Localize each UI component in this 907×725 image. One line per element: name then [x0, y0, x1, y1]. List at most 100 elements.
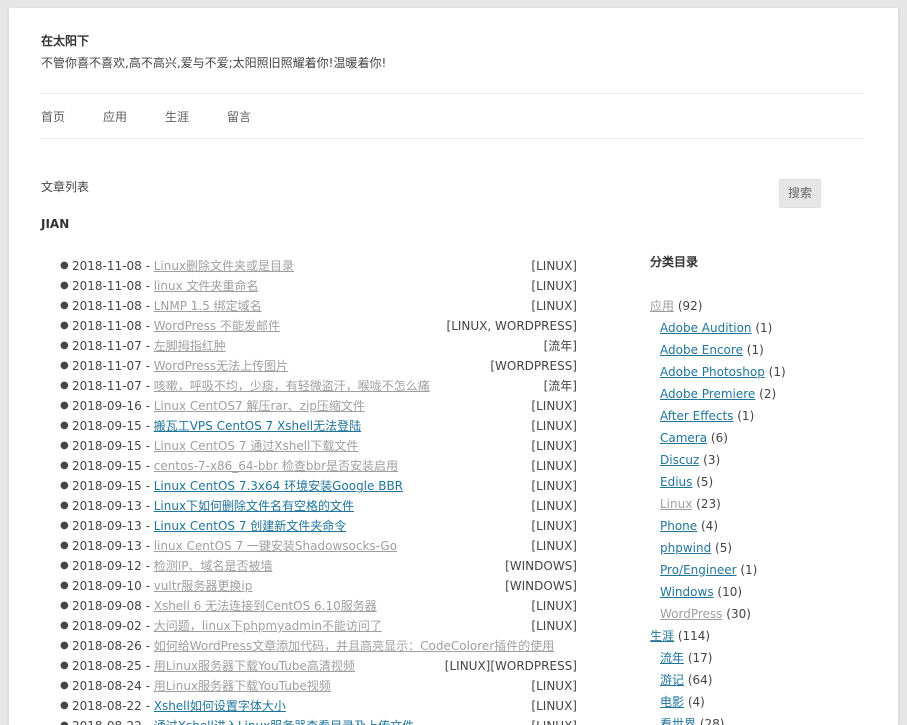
- category-link[interactable]: Adobe Audition: [660, 321, 752, 335]
- category-count: (1): [746, 343, 764, 357]
- post-title-link[interactable]: 大问题，linux下phpmyadmin不能访问了: [154, 619, 382, 633]
- post-title-link[interactable]: Xshell 6 无法连接到CentOS 6.10服务器: [154, 599, 377, 613]
- date-separator: -: [141, 439, 154, 453]
- post-category: [LINUX]: [531, 439, 577, 453]
- post-date: 2018-09-13: [72, 499, 142, 513]
- post-title-link[interactable]: linux 文件夹重命名: [154, 279, 259, 293]
- category-item: phpwind (5): [650, 537, 880, 559]
- post-date: 2018-09-15: [72, 419, 142, 433]
- date-separator: -: [141, 399, 154, 413]
- post-date: 2018-11-07: [72, 359, 142, 373]
- category-link[interactable]: Camera: [660, 431, 707, 445]
- post-list-item: ● 2018-11-08 - LNMP 1.5 绑定域名 [LINUX]: [60, 296, 577, 316]
- category-link[interactable]: Edius: [660, 475, 692, 489]
- post-title-link[interactable]: Linux CentOS 7 通过Xshell下载文件: [154, 439, 359, 453]
- post-title-link[interactable]: 用Linux服务器下载YouTube高清视频: [154, 659, 355, 673]
- category-link[interactable]: 应用: [650, 299, 674, 313]
- category-item: 看世界 (28): [650, 713, 880, 725]
- post-category: [LINUX]: [531, 599, 577, 613]
- post-list-item: ● 2018-09-15 - Linux CentOS 7 通过Xshell下载文…: [60, 436, 577, 456]
- category-link[interactable]: 游记: [660, 673, 684, 687]
- category-item: 应用 (92): [650, 295, 880, 317]
- category-link[interactable]: 生涯: [650, 629, 674, 643]
- post-category: [LINUX]: [531, 399, 577, 413]
- post-title-link[interactable]: Linux CentOS 7.3x64 环境安装Google BBR: [154, 479, 403, 493]
- date-separator: -: [141, 679, 154, 693]
- category-link[interactable]: Pro/Engineer: [660, 563, 737, 577]
- date-separator: -: [141, 299, 154, 313]
- post-list-item: ● 2018-09-10 - vultr服务器更换ip [WINDOWS]: [60, 576, 577, 596]
- post-list-item: ●2018-08-22 - 通过Xshell进入Linux服务器查看目录及上传文…: [60, 716, 577, 725]
- category-link[interactable]: After Effects: [660, 409, 733, 423]
- post-category: [LINUX]: [531, 419, 577, 433]
- post-category: [WINDOWS]: [505, 579, 577, 593]
- post-title-link[interactable]: 通过Xshell进入Linux服务器查看目录及上传文件: [154, 719, 414, 725]
- category-item: Adobe Photoshop (1): [650, 361, 880, 383]
- bullet-icon: ●: [60, 580, 69, 591]
- category-link[interactable]: Adobe Premiere: [660, 387, 755, 401]
- author-name: JIAN: [41, 217, 70, 231]
- nav-item-guestbook[interactable]: 留言: [227, 108, 251, 125]
- post-title-link[interactable]: Linux CentOS7 解压rar、zip压缩文件: [154, 399, 365, 413]
- post-list-item: ● 2018-08-25 - 用Linux服务器下载YouTube高清视频 [LIN…: [60, 656, 577, 676]
- date-separator: -: [141, 639, 154, 653]
- post-title-link[interactable]: linux CentOS 7 一键安装Shadowsocks-Go: [154, 539, 397, 553]
- post-list-item: ● 2018-09-16 - Linux CentOS7 解压rar、zip压缩文…: [60, 396, 577, 416]
- post-category: [LINUX]: [531, 279, 577, 293]
- site-title[interactable]: 在太阳下: [41, 32, 89, 49]
- nav-item-apps[interactable]: 应用: [103, 108, 127, 125]
- category-link[interactable]: 电影: [660, 695, 684, 709]
- post-title-link[interactable]: 如何给WordPress文章添加代码，并且高亮显示：CodeColorer插件的…: [154, 639, 555, 653]
- post-title-link[interactable]: WordPress无法上传图片: [154, 359, 288, 373]
- post-date: 2018-09-13: [72, 519, 142, 533]
- post-date: 2018-09-15: [72, 479, 142, 493]
- post-list-item: ● 2018-09-12 - 检测IP、域名是否被墙 [WINDOWS]: [60, 556, 577, 576]
- post-title-link[interactable]: WordPress 不能发邮件: [154, 319, 280, 333]
- search-button[interactable]: 搜索: [779, 179, 821, 208]
- category-link[interactable]: 看世界: [660, 717, 696, 725]
- post-title-link[interactable]: Linux下如何删除文件名有空格的文件: [154, 499, 354, 513]
- category-link[interactable]: Adobe Encore: [660, 343, 743, 357]
- post-title-link[interactable]: 咳嗽，呼吸不均，少痰，有轻微盗汗，喉咙不怎么痛: [154, 379, 430, 393]
- post-title-link[interactable]: LNMP 1.5 绑定域名: [154, 299, 262, 313]
- category-item: Edius (5): [650, 471, 880, 493]
- post-title-link[interactable]: 用Linux服务器下载YouTube视频: [154, 679, 331, 693]
- post-title-link[interactable]: vultr服务器更换ip: [154, 579, 253, 593]
- category-link[interactable]: Discuz: [660, 453, 699, 467]
- bullet-icon: ●: [60, 560, 69, 571]
- post-category: [LINUX]: [531, 699, 577, 713]
- post-list-item: ● 2018-08-22 - Xshell如何设置字体大小 [LINUX]: [60, 696, 577, 716]
- main-navigation: 首页 应用 生涯 留言: [41, 93, 864, 139]
- post-title-link[interactable]: centos-7-x86_64-bbr 检查bbr是否安装启用: [154, 459, 398, 473]
- site-description: 不管你喜不喜欢,高不高兴,爱与不爱;太阳照旧照耀着你!温暖着你!: [41, 56, 387, 70]
- post-date: 2018-11-08: [72, 299, 142, 313]
- category-link[interactable]: phpwind: [660, 541, 711, 555]
- category-link[interactable]: Linux: [660, 497, 692, 511]
- post-list-item: ● 2018-09-13 - Linux CentOS 7 创建新文件夹命令 [LI…: [60, 516, 577, 536]
- post-title-link[interactable]: Xshell如何设置字体大小: [154, 699, 286, 713]
- bullet-icon: ●: [60, 716, 69, 725]
- post-title-link[interactable]: 左脚拇指红肿: [154, 339, 226, 353]
- bullet-icon: ●: [60, 300, 69, 311]
- category-link[interactable]: WordPress: [660, 607, 722, 621]
- post-category: [LINUX]: [531, 519, 577, 533]
- category-item: Adobe Encore (1): [650, 339, 880, 361]
- post-list-item: ● 2018-09-15 - Linux CentOS 7.3x64 环境安装Go…: [60, 476, 577, 496]
- category-link[interactable]: Phone: [660, 519, 697, 533]
- nav-item-career[interactable]: 生涯: [165, 108, 189, 125]
- post-title-link[interactable]: Linux删除文件夹或是目录: [154, 259, 294, 273]
- post-date: 2018-09-02: [72, 619, 142, 633]
- date-separator: -: [141, 559, 154, 573]
- category-link[interactable]: 流年: [660, 651, 684, 665]
- post-title-link[interactable]: Linux CentOS 7 创建新文件夹命令: [154, 519, 347, 533]
- post-title-link[interactable]: 检测IP、域名是否被墙: [154, 559, 273, 573]
- bullet-icon: ●: [60, 440, 69, 451]
- nav-item-home[interactable]: 首页: [41, 108, 65, 125]
- post-category: [LINUX]: [531, 479, 577, 493]
- post-title-link[interactable]: 搬瓦工VPS CentOS 7 Xshell无法登陆: [154, 419, 361, 433]
- post-list-item: ● 2018-11-08 - linux 文件夹重命名 [LINUX]: [60, 276, 577, 296]
- date-separator: -: [141, 519, 154, 533]
- category-link[interactable]: Adobe Photoshop: [660, 365, 765, 379]
- category-item: 生涯 (114): [650, 625, 880, 647]
- category-link[interactable]: Windows: [660, 585, 714, 599]
